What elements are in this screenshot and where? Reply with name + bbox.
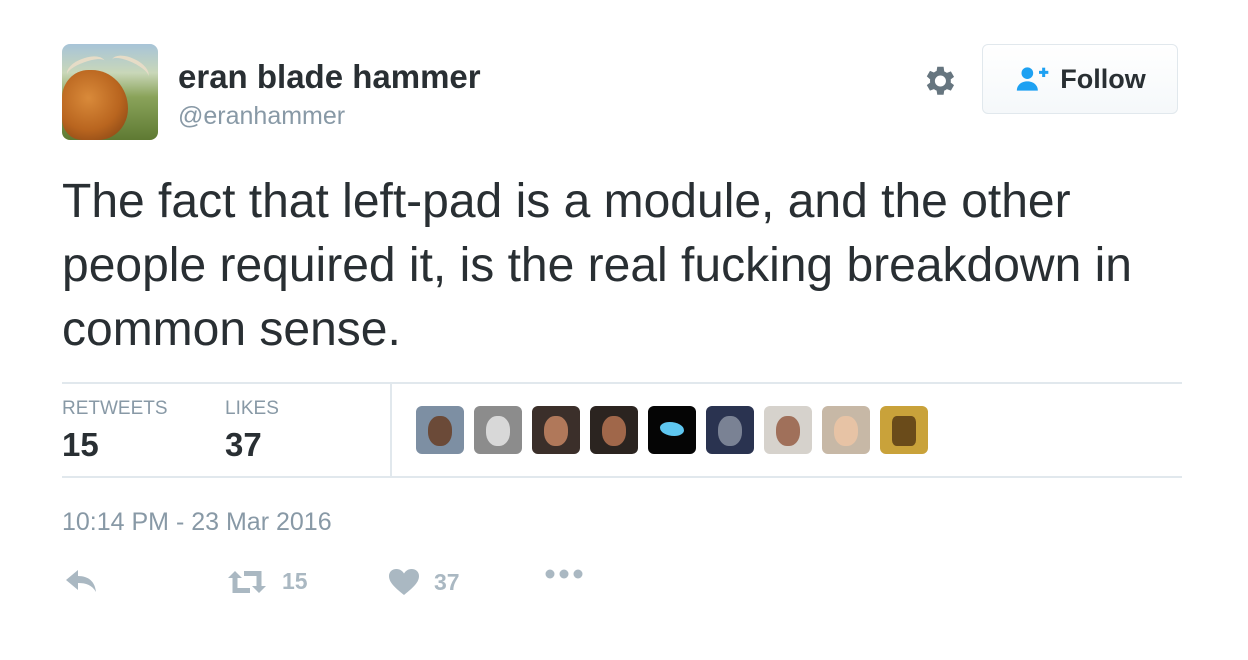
retweet-icon xyxy=(228,570,266,593)
liker-avatar-1[interactable] xyxy=(416,406,464,454)
tweet-timestamp[interactable]: 10:14 PM - 23 Mar 2016 xyxy=(62,508,332,537)
like-button[interactable]: 37 xyxy=(388,568,460,596)
liker-avatars xyxy=(416,406,928,454)
liker-avatar-3[interactable] xyxy=(532,406,580,454)
retweet-button[interactable]: 15 xyxy=(226,568,308,595)
liker-avatar-4[interactable] xyxy=(590,406,638,454)
liker-avatar-8[interactable] xyxy=(822,406,870,454)
user-handle[interactable]: @eranhammer xyxy=(178,102,345,131)
retweets-count[interactable]: 15 xyxy=(62,426,99,464)
retweet-count: 15 xyxy=(282,568,308,594)
liker-avatar-2[interactable] xyxy=(474,406,522,454)
follow-button[interactable]: Follow xyxy=(982,44,1178,114)
add-user-icon xyxy=(1017,67,1049,91)
retweets-label[interactable]: RETWEETS xyxy=(62,398,168,420)
heart-icon xyxy=(389,569,419,595)
liker-avatar-6[interactable] xyxy=(706,406,754,454)
likes-label[interactable]: LIKES xyxy=(225,398,279,420)
liker-avatar-5[interactable] xyxy=(648,406,696,454)
more-dots-icon xyxy=(545,569,583,579)
liker-avatar-7[interactable] xyxy=(764,406,812,454)
likes-count[interactable]: 37 xyxy=(225,426,262,464)
more-button[interactable] xyxy=(545,568,583,580)
gear-icon[interactable] xyxy=(920,62,958,100)
like-count: 37 xyxy=(434,568,460,595)
reply-button[interactable] xyxy=(64,568,98,594)
liker-avatar-9[interactable] xyxy=(880,406,928,454)
display-name[interactable]: eran blade hammer xyxy=(178,58,481,96)
divider-bottom xyxy=(62,476,1182,478)
highland-cow-icon xyxy=(62,70,128,140)
follow-label: Follow xyxy=(1060,63,1146,94)
stats-separator xyxy=(390,384,392,476)
divider-top xyxy=(62,382,1182,384)
reply-icon xyxy=(66,570,96,592)
user-avatar[interactable] xyxy=(62,44,158,140)
tweet-text: The fact that left-pad is a module, and … xyxy=(62,175,1132,356)
